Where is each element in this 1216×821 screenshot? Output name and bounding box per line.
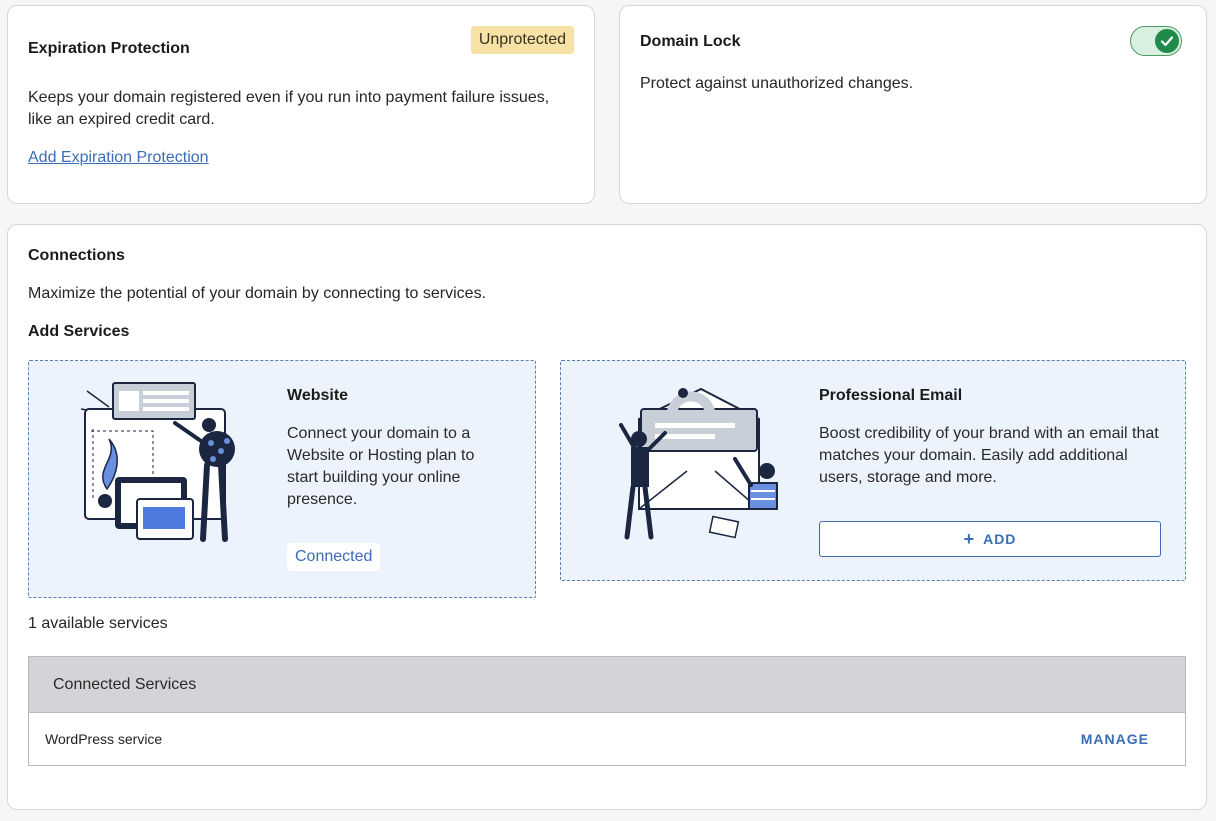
plus-icon: + [963,529,976,549]
expiration-description: Keeps your domain registered even if you… [28,89,550,128]
website-service-card: Website Connect your domain to a Website… [28,360,536,598]
connections-card: Connections Maximize the potential of yo… [7,224,1207,810]
email-service-card: Professional Email Boost credibility of … [560,360,1186,581]
connected-status-badge: Connected [287,543,381,571]
domain-lock-toggle[interactable] [1130,26,1182,56]
table-header: Connected Services [29,657,1185,713]
add-email-button[interactable]: + ADD [819,521,1161,557]
add-expiration-protection-link[interactable]: Add Expiration Protection [28,149,209,167]
connections-description: Maximize the potential of your domain by… [28,285,487,302]
domain-lock-card: Domain Lock Protect against unauthorized… [619,5,1207,204]
connections-title: Connections [28,247,125,264]
status-badge: Unprotected [470,26,574,54]
domain-lock-description: Protect against unauthorized changes. [640,75,914,92]
available-services-count: 1 available services [28,615,168,632]
table-row: WordPress service MANAGE [29,713,1185,765]
add-button-label: ADD [983,531,1017,547]
check-icon [1155,29,1179,53]
website-illustration [79,379,249,549]
manage-button[interactable]: MANAGE [1081,731,1149,747]
email-service-title: Professional Email [819,387,963,404]
domain-lock-title: Domain Lock [640,33,741,50]
connected-services-table: Connected Services WordPress service MAN… [28,656,1186,766]
website-service-title: Website [287,387,349,404]
expiration-title: Expiration Protection [28,40,190,57]
email-service-description: Boost credibility of your brand with an … [819,425,1159,486]
expiration-protection-card: Expiration Protection Unprotected Keeps … [7,5,595,204]
email-illustration [611,379,786,549]
service-name: WordPress service [45,731,163,747]
add-services-title: Add Services [28,323,130,340]
website-service-description: Connect your domain to a Website or Host… [287,425,475,508]
